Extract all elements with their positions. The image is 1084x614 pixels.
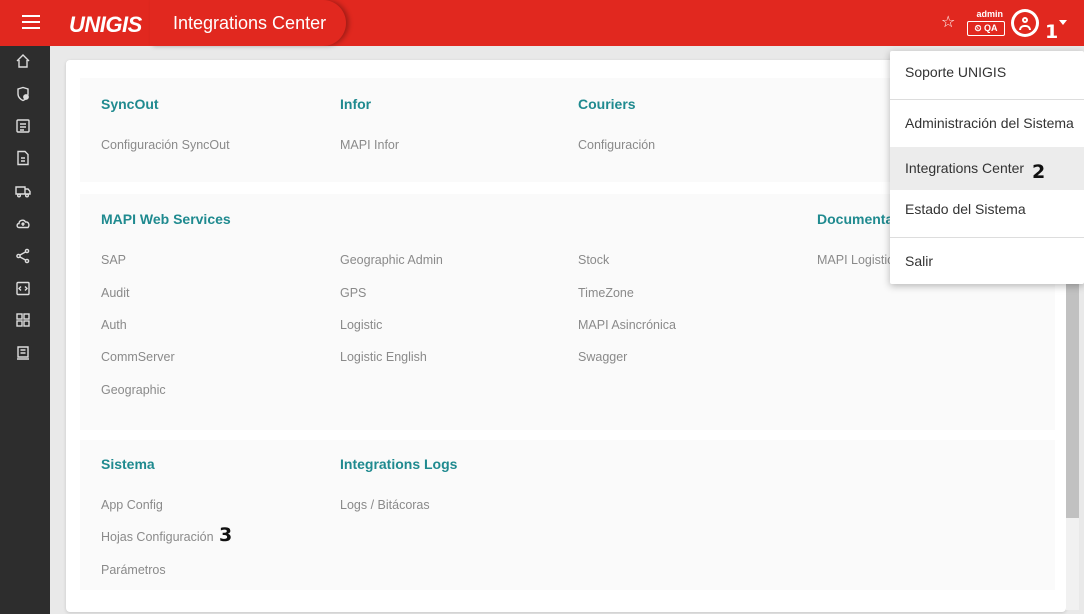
menu-divider (890, 99, 1084, 100)
section-title-infor: Infor (340, 96, 372, 112)
link-mapi-logistic-doc[interactable]: MAPI Logistic (817, 253, 893, 267)
list-icon[interactable] (15, 118, 31, 134)
link-mapi-asincronica[interactable]: MAPI Asincrónica (578, 318, 676, 332)
admin-label: admin (976, 9, 1003, 19)
link-swagger[interactable]: Swagger (578, 350, 627, 364)
link-geographic[interactable]: Geographic (101, 383, 166, 397)
link-configuracion-syncout[interactable]: Configuración SyncOut (101, 138, 230, 152)
link-hojas-configuracion[interactable]: Hojas Configuración (101, 530, 214, 544)
shield-icon[interactable] (15, 86, 31, 102)
section-title-couriers: Couriers (578, 96, 636, 112)
menu-item-soporte-unigis[interactable]: Soporte UNIGIS (890, 64, 1084, 84)
link-timezone[interactable]: TimeZone (578, 286, 634, 300)
step-1-marker: 1 (1045, 21, 1059, 43)
unigis-logo[interactable]: UNIGIS (69, 12, 142, 38)
truck-icon[interactable] (15, 183, 31, 199)
link-mapi-infor[interactable]: MAPI Infor (340, 138, 399, 152)
section-title-mapi-web-services: MAPI Web Services (101, 211, 231, 227)
dashboard-icon[interactable] (15, 312, 31, 328)
step-3-marker: 3 (219, 524, 233, 546)
hamburger-icon[interactable] (22, 15, 40, 31)
link-audit[interactable]: Audit (101, 286, 130, 300)
user-dropdown-menu: Soporte UNIGIS Administración del Sistem… (890, 51, 1084, 284)
link-sap[interactable]: SAP (101, 253, 126, 267)
home-icon[interactable] (15, 53, 31, 69)
link-auth[interactable]: Auth (101, 318, 127, 332)
link-logistic[interactable]: Logistic (340, 318, 382, 332)
menu-item-administracion-sistema[interactable]: Administración del Sistema (890, 115, 1084, 135)
step-2-marker: 2 (1032, 161, 1046, 183)
link-geographic-admin[interactable]: Geographic Admin (340, 253, 443, 267)
link-parametros[interactable]: Parámetros (101, 563, 166, 577)
scrollbar-thumb[interactable] (1066, 284, 1079, 518)
receipt-icon[interactable] (15, 345, 31, 361)
page-title: Integrations Center (173, 13, 327, 33)
chevron-down-icon[interactable] (1059, 20, 1067, 25)
user-role-box: admin ⏲ QA (967, 9, 1005, 39)
link-app-config[interactable]: App Config (101, 498, 163, 512)
share-icon[interactable] (15, 248, 31, 264)
section-title-syncout: SyncOut (101, 96, 159, 112)
account-circle-icon[interactable] (1011, 9, 1039, 37)
star-icon[interactable]: ☆ (941, 12, 955, 32)
link-logistic-english[interactable]: Logistic English (340, 350, 427, 364)
menu-item-estado-sistema[interactable]: Estado del Sistema (890, 201, 1084, 221)
section-title-integrations-logs: Integrations Logs (340, 456, 458, 472)
qa-badge: ⏲ QA (967, 21, 1005, 36)
link-logs-bitacoras[interactable]: Logs / Bitácoras (340, 498, 430, 512)
cloud-upload-icon[interactable] (15, 215, 31, 231)
section-row-3-bg (80, 440, 1055, 590)
menu-item-salir[interactable]: Salir (890, 253, 1084, 273)
menu-divider (890, 237, 1084, 238)
menu-item-integrations-center[interactable]: Integrations Center (890, 147, 1084, 190)
code-icon[interactable] (15, 280, 31, 296)
link-gps[interactable]: GPS (340, 286, 366, 300)
link-couriers-configuracion[interactable]: Configuración (578, 138, 655, 152)
link-stock[interactable]: Stock (578, 253, 609, 267)
section-title-documentation: Documenta (817, 211, 894, 227)
document-icon[interactable] (15, 150, 31, 166)
link-commserver[interactable]: CommServer (101, 350, 175, 364)
section-title-sistema: Sistema (101, 456, 155, 472)
